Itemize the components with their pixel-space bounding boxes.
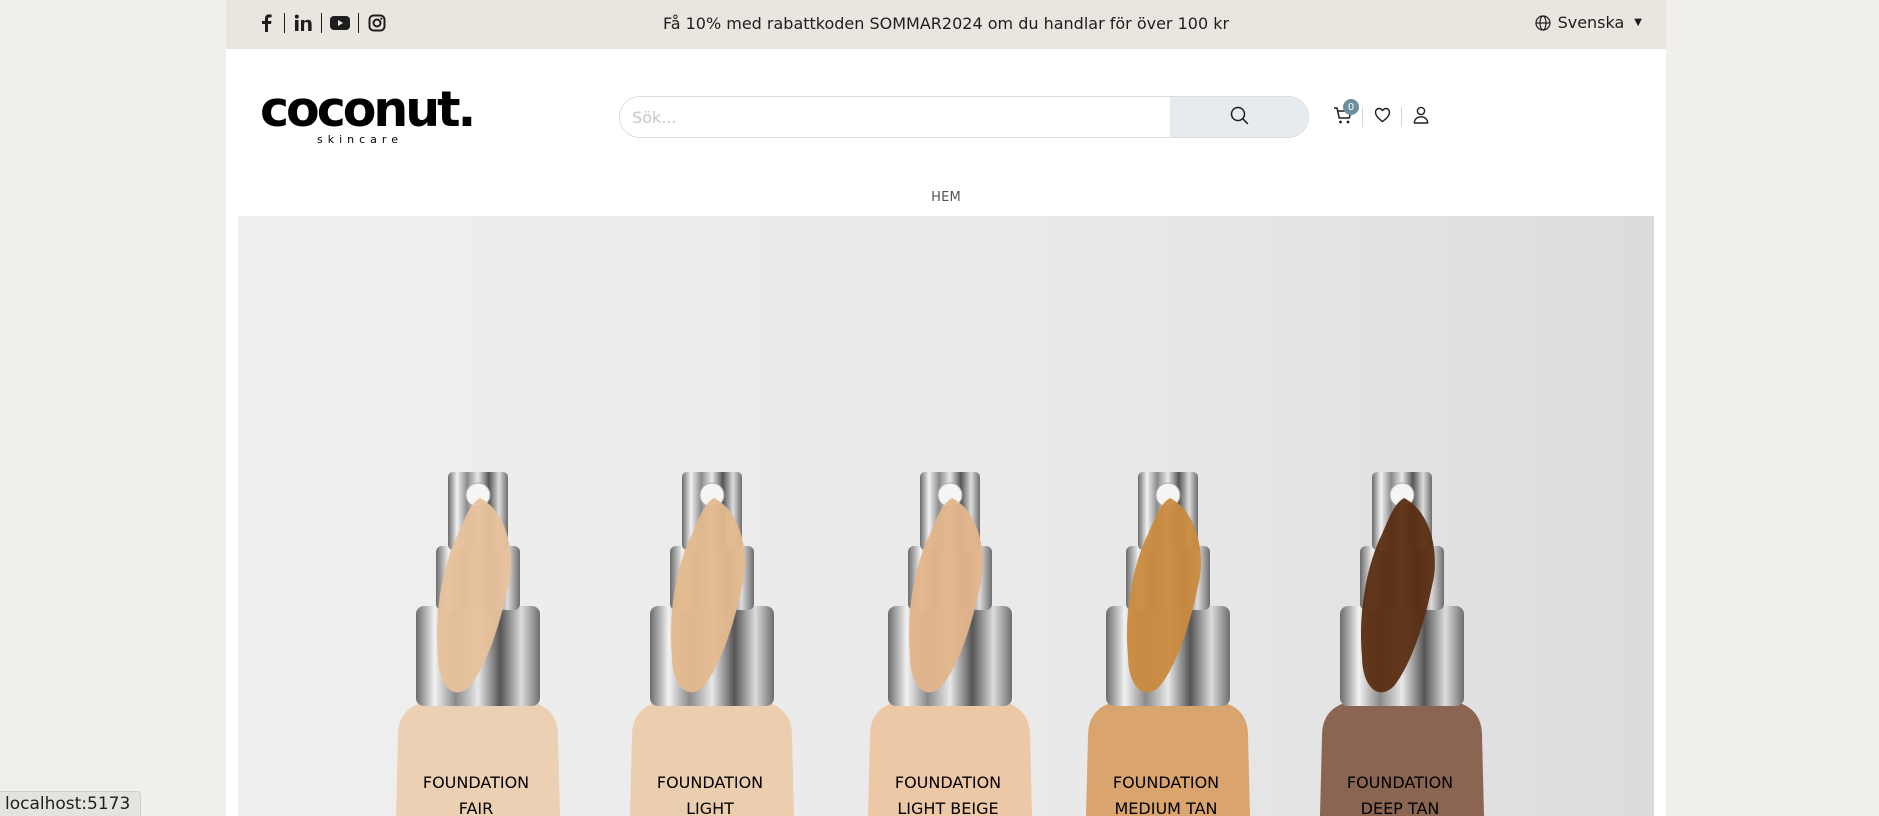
- logo-tagline: skincare: [317, 133, 403, 146]
- account-button[interactable]: [1409, 105, 1433, 129]
- search-button[interactable]: [1170, 97, 1308, 137]
- language-label: Svenska: [1557, 13, 1625, 32]
- site-header: coconut. skincare 0: [226, 49, 1666, 215]
- wishlist-button[interactable]: [1370, 105, 1394, 129]
- language-selector[interactable]: Svenska ▼: [1534, 13, 1642, 32]
- cart-button[interactable]: 0: [1331, 99, 1359, 129]
- browser-status-bar: localhost:5173: [0, 791, 142, 816]
- main-nav: HEM: [226, 186, 1666, 205]
- bottle-label-line2: DEEP TAN: [1361, 799, 1440, 816]
- heart-icon: [1374, 107, 1391, 127]
- divider: [1401, 107, 1402, 127]
- page: Få 10% med rabattkoden SOMMAR2024 om du …: [226, 0, 1666, 816]
- bottle-label-line2: MEDIUM TAN: [1115, 799, 1218, 816]
- divider: [1362, 107, 1363, 127]
- bottle-label-line1: FOUNDATION: [657, 773, 763, 792]
- promo-text: Få 10% med rabattkoden SOMMAR2024 om du …: [662, 14, 1230, 33]
- bottle-label-line1: FOUNDATION: [895, 773, 1001, 792]
- logo[interactable]: coconut. skincare: [260, 81, 476, 146]
- search-bar: [619, 96, 1309, 138]
- search-icon: [1230, 106, 1249, 128]
- bottle-label-line2: FAIR: [459, 799, 494, 816]
- cart-count-badge: 0: [1343, 99, 1359, 115]
- hero-banner: FOUNDATION FAIR FOUNDATION LIGHT FOUNDATION L…: [238, 216, 1654, 816]
- bottle-label-line2: LIGHT BEIGE: [897, 799, 998, 816]
- chevron-down-icon: ▼: [1634, 17, 1642, 28]
- user-icon: [1413, 106, 1429, 128]
- header-actions: 0: [1331, 99, 1433, 129]
- hero-image: FOUNDATION FAIR FOUNDATION LIGHT FOUNDATION L…: [238, 216, 1654, 816]
- bottle-label-line2: LIGHT: [686, 799, 734, 816]
- logo-wordmark: coconut.: [260, 81, 476, 138]
- announcement-bar: Få 10% med rabattkoden SOMMAR2024 om du …: [226, 0, 1666, 49]
- nav-item-home[interactable]: HEM: [931, 190, 961, 205]
- bottle-label-line1: FOUNDATION: [1347, 773, 1453, 792]
- search-input[interactable]: [620, 97, 1170, 137]
- bottle-label-line1: FOUNDATION: [1113, 773, 1219, 792]
- bottle-label-line1: FOUNDATION: [423, 773, 529, 792]
- globe-icon: [1534, 14, 1551, 31]
